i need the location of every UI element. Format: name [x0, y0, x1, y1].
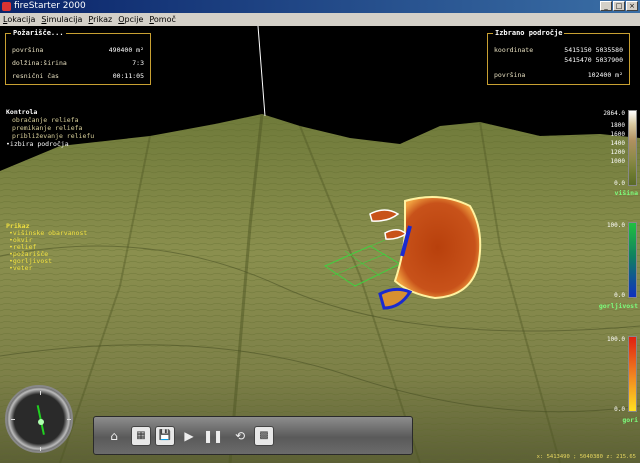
- fire-stats-title: Požarišče...: [11, 29, 66, 37]
- burning-legend-caption: gori: [622, 416, 638, 424]
- selected-area-panel: Izbrano področje koordinate 5415150 5035…: [487, 29, 630, 85]
- flammability-legend-top: 100.0: [606, 222, 625, 229]
- selected-area-title: Izbrano področje: [493, 29, 565, 37]
- fire-time-row: resnični čas 00:11:05: [12, 72, 144, 80]
- coord-row-2: 5415470 5037900: [494, 56, 623, 64]
- height-legend-bar: [628, 110, 637, 186]
- fire-area-value: 490400 m²: [108, 46, 144, 54]
- fire-ratio-label: dolžina:širina: [12, 59, 67, 67]
- height-legend-tick: 1000: [610, 158, 625, 165]
- app-icon: [2, 2, 11, 11]
- burning-legend-bar: [628, 336, 637, 412]
- menu-bar: Lokacija Simulacija Prikaz Opcije Pomoč: [0, 13, 640, 26]
- maximize-button[interactable]: □: [613, 1, 625, 11]
- control-panel: Kontrola obračanje reliefa premikanje re…: [6, 108, 94, 148]
- burning-legend-bottom: 0.0: [614, 406, 625, 413]
- menu-simulacija[interactable]: Simulacija: [38, 13, 85, 26]
- flammability-legend-caption: gorljivost: [598, 302, 638, 310]
- simulation-toolbar: ⌂ ▦ 💾 ▶ ❚❚ ⟲ ▩: [93, 416, 413, 455]
- height-legend-caption: višina: [614, 189, 638, 197]
- fire-stats-panel: Požarišče... površina 490400 m² dolžina:…: [5, 29, 151, 85]
- flammability-legend-bar: [628, 222, 637, 298]
- fire-ratio-value: 7:3: [132, 59, 144, 67]
- menu-opcije[interactable]: Opcije: [115, 13, 146, 26]
- height-legend-tick: 1600: [610, 131, 625, 138]
- terrain-render[interactable]: [0, 26, 640, 463]
- selected-area-value: 102400 m²: [587, 71, 623, 79]
- pause-icon[interactable]: ❚❚: [203, 426, 223, 446]
- flammability-legend-bottom: 0.0: [614, 292, 625, 299]
- compass-tick: [11, 419, 15, 420]
- burning-legend-top: 100.0: [606, 336, 625, 343]
- terrain-viewport[interactable]: Požarišče... površina 490400 m² dolžina:…: [0, 26, 640, 463]
- minimize-button[interactable]: _: [600, 1, 612, 11]
- wind-compass[interactable]: [5, 385, 73, 453]
- compass-tick: [40, 447, 41, 451]
- coordinate-status: x: 5413490 ; 5040380 z: 215.65: [536, 454, 636, 460]
- flammability-legend: 100.0 0.0 gorljivost: [588, 222, 638, 312]
- control-pan[interactable]: premikanje reliefa: [6, 124, 94, 132]
- coord-label: koordinate: [494, 46, 534, 54]
- fire-time-label: resnični čas: [12, 72, 59, 80]
- display-panel: Prikaz višinske obarvanost okvir relief …: [6, 222, 87, 272]
- display-wind[interactable]: veter: [6, 265, 87, 272]
- fire-time-value: 00:11:05: [112, 72, 144, 80]
- selected-area-label: površina: [494, 71, 526, 79]
- map-icon[interactable]: ▦: [131, 425, 151, 446]
- close-button[interactable]: ×: [626, 1, 638, 11]
- save-icon[interactable]: 💾: [155, 425, 175, 446]
- control-rotate[interactable]: obračanje reliefa: [6, 116, 94, 124]
- coord-row-1: koordinate 5415150 5035580: [494, 46, 623, 54]
- reset-icon[interactable]: ⟲: [230, 426, 250, 446]
- window-title: fireStarter 2000: [14, 1, 86, 11]
- play-icon[interactable]: ▶: [179, 426, 199, 446]
- fire-area-label: površina: [12, 46, 44, 54]
- height-legend-tick: 1400: [610, 140, 625, 147]
- height-legend-tick: 1200: [610, 149, 625, 156]
- home-view-icon[interactable]: ⌂: [104, 426, 124, 446]
- window-controls: _ □ ×: [600, 1, 638, 11]
- coord-value-1: 5415150 5035580: [564, 46, 623, 54]
- menu-pomoc[interactable]: Pomoč: [146, 13, 179, 26]
- height-legend-top: 2864.0: [603, 110, 625, 117]
- grid-icon[interactable]: ▩: [254, 425, 274, 446]
- control-zoom[interactable]: približevanje reliefu: [6, 132, 94, 140]
- height-legend-bottom: 0.0: [614, 180, 625, 187]
- compass-tick: [67, 419, 71, 420]
- height-legend: 2864.0 1800 1600 1400 1200 1000 0.0 viši…: [590, 110, 638, 200]
- fire-ratio-row: dolžina:širina 7:3: [12, 59, 144, 67]
- control-select-area[interactable]: izbira področja: [6, 140, 94, 148]
- selected-area-row: površina 102400 m²: [494, 71, 623, 79]
- menu-prikaz[interactable]: Prikaz: [85, 13, 115, 26]
- title-bar: fireStarter 2000 _ □ ×: [0, 0, 640, 13]
- menu-lokacija[interactable]: Lokacija: [0, 13, 38, 26]
- coord-value-2: 5415470 5037900: [564, 56, 623, 64]
- control-title: Kontrola: [6, 108, 38, 116]
- compass-hub: [38, 419, 44, 425]
- fire-area-row: površina 490400 m²: [12, 46, 144, 54]
- compass-tick: [40, 391, 41, 395]
- height-legend-tick: 1800: [610, 122, 625, 129]
- burning-legend: 100.0 0.0 gori: [590, 336, 638, 426]
